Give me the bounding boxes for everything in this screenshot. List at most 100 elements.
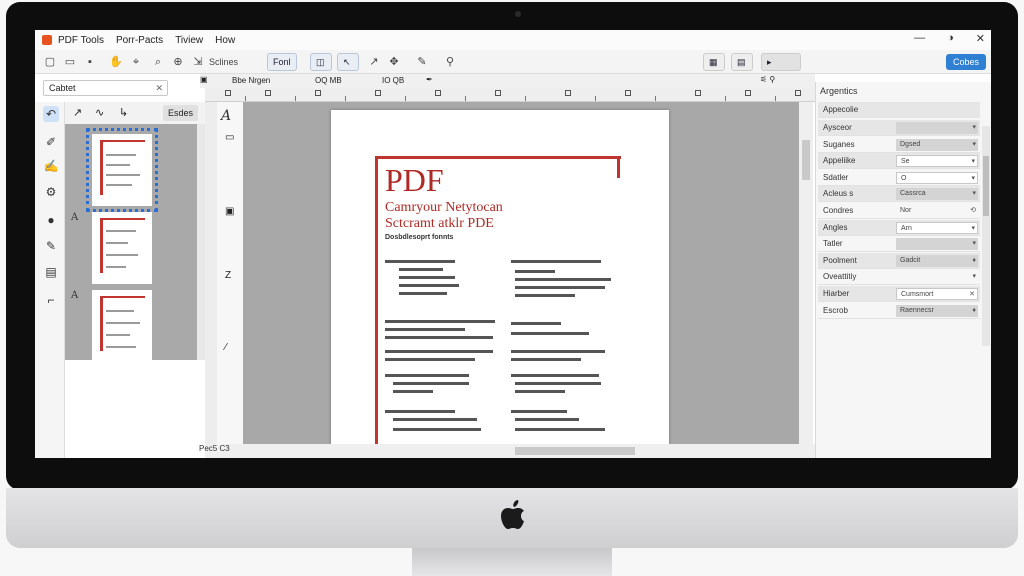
property-value[interactable]: Se ▾ (896, 155, 978, 168)
play-button[interactable]: ▸ (761, 53, 801, 71)
move-tool-icon[interactable]: ✥ (387, 55, 401, 69)
thumbnail-scrollbar[interactable] (197, 124, 205, 360)
page-thumbnail-1[interactable] (86, 128, 158, 212)
dropdown-arrow-icon[interactable]: ▾ (972, 271, 976, 283)
dropdown-arrow-icon[interactable]: ▾ (971, 173, 975, 185)
ink-tool-icon[interactable]: ✎ (43, 238, 59, 254)
view-icon[interactable]: ▣ (200, 75, 208, 84)
zoom-icon[interactable]: ⊕ (171, 55, 185, 69)
property-value[interactable]: ▾ (896, 122, 978, 134)
property-label: Aysceor (823, 123, 852, 132)
canvas-horizontal-scrollbar[interactable] (205, 444, 815, 458)
property-row[interactable]: Tatler ▾ (818, 236, 980, 253)
minimize-button[interactable]: — (914, 32, 925, 45)
document-canvas[interactable]: ▭ ▣ Z ⁄ A PDF Camryour Netytocan Sctcram… (205, 102, 805, 444)
form-dropdown[interactable]: Fonl (267, 53, 297, 71)
property-value[interactable]: ▾ (896, 238, 978, 251)
path-tool-icon[interactable]: ↗ (73, 106, 82, 119)
properties-scrollbar[interactable] (982, 126, 990, 346)
crop-tool-icon[interactable]: ⌐ (43, 292, 59, 308)
dropdown-arrow-icon[interactable]: ▾ (972, 122, 976, 134)
property-value[interactable]: Raennecsr ♦ (896, 304, 978, 317)
curve-tool-icon[interactable]: ∿ (95, 106, 104, 119)
property-row[interactable]: Condres Nor ⟲ (818, 203, 980, 219)
search-icon[interactable]: ⌕ (151, 55, 165, 69)
property-value[interactable]: Dgsed ▾ (896, 138, 978, 151)
pencil-tool-icon[interactable]: ✐ (43, 134, 59, 150)
sign-tool-icon[interactable]: ✎ (415, 55, 429, 69)
page-thumbnail-3[interactable] (92, 290, 152, 362)
stamp-tool-icon[interactable]: ⚙ (43, 184, 59, 200)
arrow-draw-icon[interactable]: ↳ (119, 106, 128, 119)
property-row[interactable]: Hiarber Cumsmort ✕ (818, 286, 980, 302)
property-row[interactable]: Appeliike Se ▾ (818, 153, 980, 170)
tab-edit[interactable]: Esdes (163, 105, 199, 121)
app-logo-icon (42, 35, 52, 45)
dropdown-arrow-icon[interactable]: ♦ (972, 305, 976, 317)
property-value[interactable]: Arn ▾ (896, 221, 978, 235)
save-button[interactable]: Cobes (946, 54, 986, 70)
align-icon[interactable]: Z (225, 270, 231, 281)
slash-icon[interactable]: ⁄ (225, 342, 227, 353)
page-thumbnail-2[interactable] (92, 212, 152, 284)
pointer-tool-icon[interactable]: ↶ (43, 106, 59, 122)
layout-button[interactable]: ▤ (731, 53, 753, 71)
save-icon[interactable]: ▪ (83, 55, 97, 69)
property-row[interactable]: Sdatler O ▾ (818, 170, 980, 186)
property-row[interactable]: Acleus s Cassrca ▾ (818, 186, 980, 203)
dropdown-arrow-icon[interactable]: ♦ (972, 255, 976, 267)
dropdown-arrow-icon[interactable]: ✕ (969, 289, 975, 301)
new-document-icon[interactable]: ▢ (43, 55, 57, 69)
dropdown-arrow-icon[interactable]: ▾ (972, 139, 976, 151)
dropdown-arrow-icon[interactable]: ▾ (971, 156, 975, 168)
layers-icon[interactable]: ▣ (225, 206, 234, 217)
text-tool-indicator[interactable]: A (221, 108, 231, 124)
pin-icon[interactable]: ⌖ (129, 55, 143, 69)
property-row[interactable]: Aysceor ▾ (818, 120, 980, 136)
close-button[interactable]: ✕ (976, 32, 985, 45)
property-row[interactable]: Oveattitiy ▾ (818, 269, 980, 286)
grid-view-button[interactable]: ▦ (703, 53, 725, 71)
property-label: Suganes (823, 139, 855, 149)
property-value[interactable]: Gadcit ♦ (896, 254, 978, 267)
imac-photo: PDF Tools Porr-Pacts Tiview How — ◑ ✕ ▢ … (0, 0, 1024, 576)
link-tool-icon[interactable]: ⚲ (443, 55, 457, 69)
zoom-fit-icon[interactable]: ▭ (225, 132, 234, 143)
crop-button[interactable]: ◫ (310, 53, 332, 71)
property-row[interactable]: Suganes Dgsed ▾ (818, 137, 980, 153)
dropdown-arrow-icon[interactable]: ▾ (972, 238, 976, 250)
property-value[interactable]: Cumsmort ✕ (896, 288, 978, 300)
toolbar-label-3[interactable]: IO QB (382, 76, 404, 85)
dropdown-arrow-icon[interactable]: ▾ (971, 223, 975, 235)
property-row[interactable]: Angles Arn ▾ (818, 219, 980, 236)
page-tool-icon[interactable]: ▤ (43, 264, 59, 280)
toolbar-label-1[interactable]: Bbe Nrgen (232, 76, 270, 85)
canvas-vertical-scrollbar[interactable] (799, 102, 813, 444)
dropdown-arrow-icon[interactable]: ▾ (972, 188, 976, 200)
search-input[interactable]: Cabtet ✕ (43, 80, 168, 96)
toolbar-label-2[interactable]: OQ MB (315, 76, 342, 85)
dropdown-arrow-icon[interactable]: ⟲ (970, 205, 976, 217)
menu-item-porr-pacts[interactable]: Porr-Pacts (116, 35, 163, 46)
snap-icon[interactable]: ⚟ ⚲ (760, 75, 775, 84)
select-label[interactable]: Sclines (209, 55, 249, 69)
menu-item-how[interactable]: How (215, 35, 235, 46)
property-value[interactable]: O ▾ (896, 171, 978, 185)
shape-tool-icon[interactable]: ● (43, 212, 59, 228)
pdf-page[interactable]: PDF Camryour Netytocan Sctcramt atklr PD… (331, 110, 669, 444)
property-row[interactable]: Poolment Gadcit ♦ (818, 252, 980, 269)
arrow-tool-icon[interactable]: ↗ (367, 55, 381, 69)
property-row[interactable]: Escrob Raennecsr ♦ (818, 303, 980, 319)
property-value[interactable]: ▾ (896, 271, 978, 283)
clear-search-icon[interactable]: ✕ (155, 81, 163, 95)
pen-icon[interactable]: ✒ (426, 75, 433, 84)
property-value[interactable]: Cassrca ▾ (896, 188, 978, 201)
restore-button[interactable]: ◑ (947, 32, 954, 45)
select-icon[interactable]: ⇲ (191, 55, 205, 69)
pointer-button[interactable]: ↖ (337, 53, 359, 71)
open-folder-icon[interactable]: ▭ (63, 55, 77, 69)
menu-item-tiview[interactable]: Tiview (175, 35, 203, 46)
property-value[interactable]: Nor ⟲ (896, 205, 978, 217)
highlight-tool-icon[interactable]: ✍ (43, 158, 59, 174)
hand-tool-icon[interactable]: ✋ (109, 55, 123, 69)
